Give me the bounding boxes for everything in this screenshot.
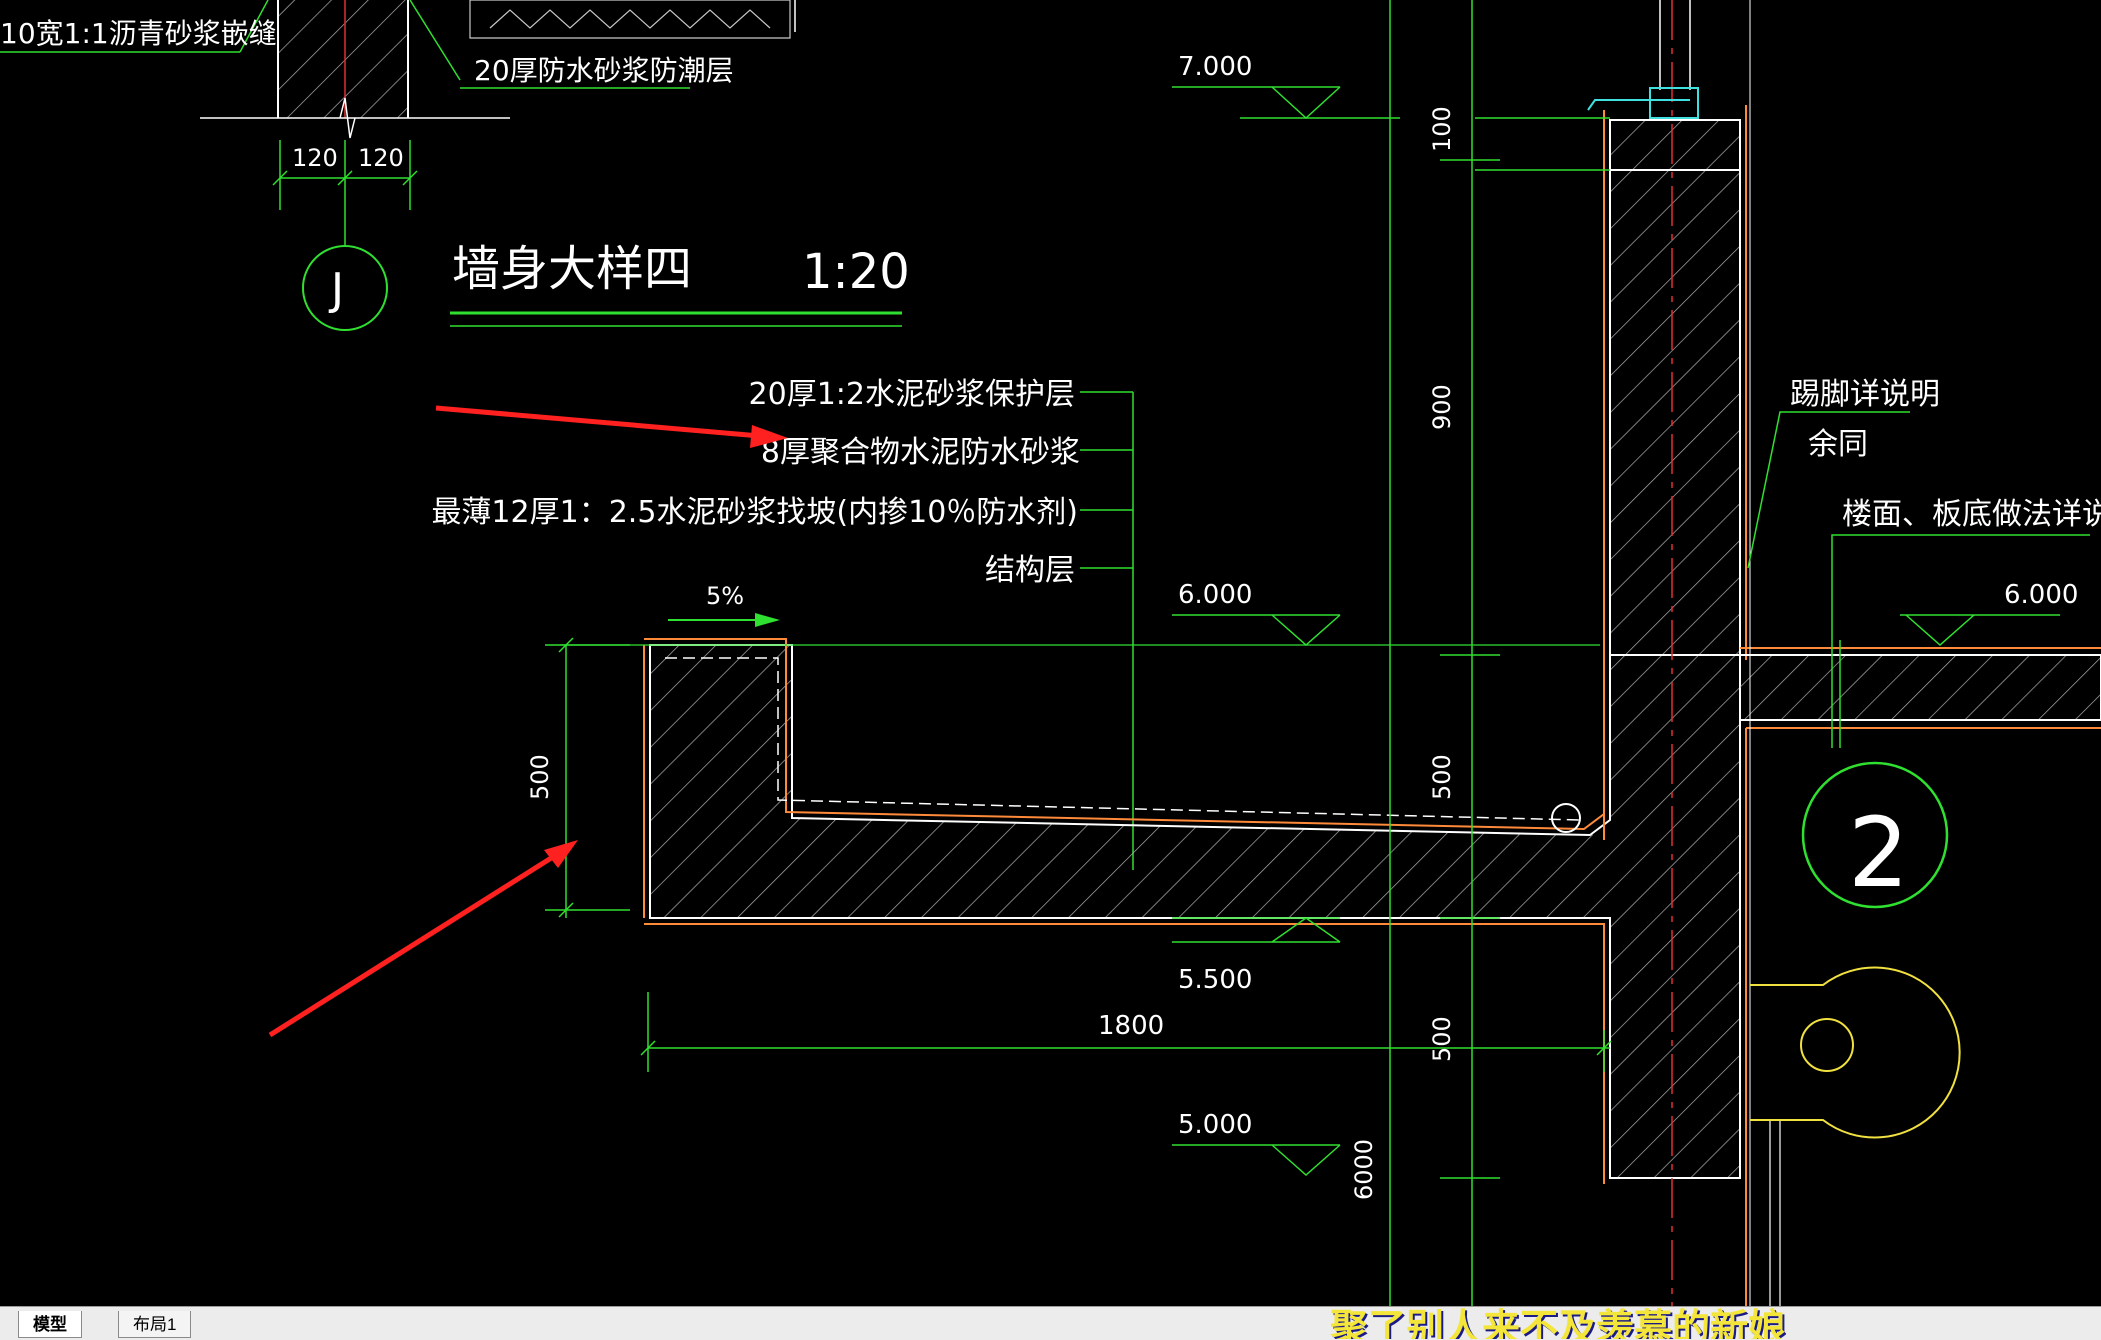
axis-label-j: J bbox=[328, 264, 344, 315]
cad-drawing-canvas[interactable]: 10宽1:1沥青砂浆嵌缝 20厚防水砂浆防潮层 120 120 J 墙身大样四 … bbox=[0, 0, 2101, 1306]
slope-label: 5% bbox=[706, 582, 744, 610]
caption-overlay-text: 聚了别人来不及羡慕的新娘 bbox=[1330, 1306, 1787, 1339]
dim-500-lower: 500 bbox=[1428, 1016, 1456, 1062]
detail-title: 墙身大样四 bbox=[452, 241, 692, 297]
tab-layout1[interactable]: 布局1 bbox=[118, 1311, 192, 1338]
dim-100: 100 bbox=[1428, 106, 1456, 152]
dim-1800: 1800 bbox=[1098, 1011, 1164, 1041]
dim-500-upper: 500 bbox=[1428, 754, 1456, 800]
layer-note-screed: 最薄12厚1：2.5水泥砂浆找坡(内掺10％防水剂) bbox=[431, 495, 1078, 530]
top-note-left: 10宽1:1沥青砂浆嵌缝 bbox=[0, 17, 277, 50]
layer-note-structure: 结构层 bbox=[985, 553, 1075, 588]
detail-scale: 1:20 bbox=[802, 244, 910, 300]
note-skirting: 踢脚详说明 bbox=[1790, 377, 1940, 412]
note-same: 余同 bbox=[1808, 427, 1868, 462]
layer-note-waterproof: 8厚聚合物水泥防水砂浆 bbox=[761, 435, 1080, 470]
layer-note-protective: 20厚1:2水泥砂浆保护层 bbox=[749, 377, 1075, 412]
dim-6000: 6000 bbox=[1350, 1139, 1378, 1200]
axis-label-2: 2 bbox=[1848, 797, 1909, 909]
note-floor: 楼面、板底做法详说明 bbox=[1842, 497, 2101, 532]
dim-120-left: 120 bbox=[292, 144, 338, 172]
tab-model[interactable]: 模型 bbox=[18, 1311, 82, 1338]
top-note-mid: 20厚防水砂浆防潮层 bbox=[474, 54, 734, 87]
elevation-5000: 5.000 bbox=[1178, 1110, 1252, 1140]
elevation-6000-right: 6.000 bbox=[2004, 580, 2078, 610]
elevation-7000: 7.000 bbox=[1178, 52, 1252, 82]
elevation-6000-left: 6.000 bbox=[1178, 580, 1252, 610]
elevation-5500: 5.500 bbox=[1178, 965, 1252, 995]
dim-120-right: 120 bbox=[358, 144, 404, 172]
dim-900: 900 bbox=[1428, 384, 1456, 430]
dim-500-left: 500 bbox=[526, 754, 554, 800]
